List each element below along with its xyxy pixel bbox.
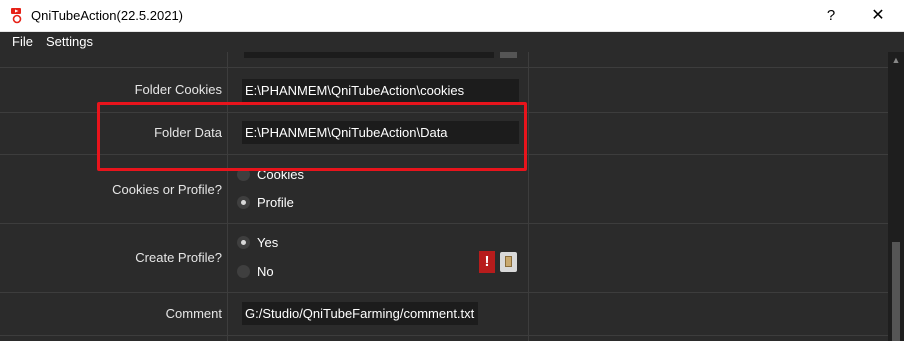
create-profile-label: Create Profile? (135, 250, 222, 265)
menu-settings[interactable]: Settings (46, 34, 93, 50)
highlight-box (97, 102, 527, 171)
folder-cookies-label: Folder Cookies (134, 82, 222, 97)
row-divider (0, 335, 888, 336)
partial-input[interactable] (244, 52, 494, 58)
comment-browse-button[interactable] (500, 252, 517, 272)
yes-radio-label[interactable]: Yes (257, 235, 278, 251)
cookies-or-profile-label: Cookies or Profile? (112, 182, 222, 197)
title-bar: QniTubeAction(22.5.2021) ? ✕ (0, 0, 904, 32)
menu-file[interactable]: File (12, 34, 33, 50)
app-youtube-icon (11, 8, 22, 24)
row-divider (0, 292, 888, 293)
help-button[interactable]: ? (816, 4, 846, 28)
partial-button[interactable] (500, 52, 517, 58)
window-title: QniTubeAction(22.5.2021) (31, 8, 184, 23)
vertical-scrollbar[interactable]: ▲ (888, 52, 904, 341)
scroll-thumb[interactable] (892, 242, 900, 341)
column-divider (227, 52, 228, 341)
comment-path-input[interactable]: G:/Studio/QniTubeFarming/comment.txt (242, 302, 478, 325)
no-radio-label[interactable]: No (257, 264, 274, 280)
yes-radio[interactable] (237, 236, 250, 249)
comment-warning-button[interactable]: ! (479, 251, 495, 273)
row-divider (0, 223, 888, 224)
no-radio[interactable] (237, 265, 250, 278)
row-divider (0, 67, 888, 68)
column-divider (528, 52, 529, 341)
close-button[interactable]: ✕ (862, 4, 894, 28)
profile-radio-label[interactable]: Profile (257, 195, 294, 211)
menu-bar: File Settings (0, 32, 904, 52)
folder-cookies-input[interactable]: E:\PHANMEM\QniTubeAction\cookies (242, 79, 519, 102)
comment-label: Comment (165, 306, 222, 321)
scroll-up-arrow-icon[interactable]: ▲ (888, 54, 904, 66)
profile-radio[interactable] (237, 196, 250, 209)
settings-grid: Folder Cookies E:\PHANMEM\QniTubeAction\… (0, 52, 888, 341)
file-icon (505, 256, 512, 267)
